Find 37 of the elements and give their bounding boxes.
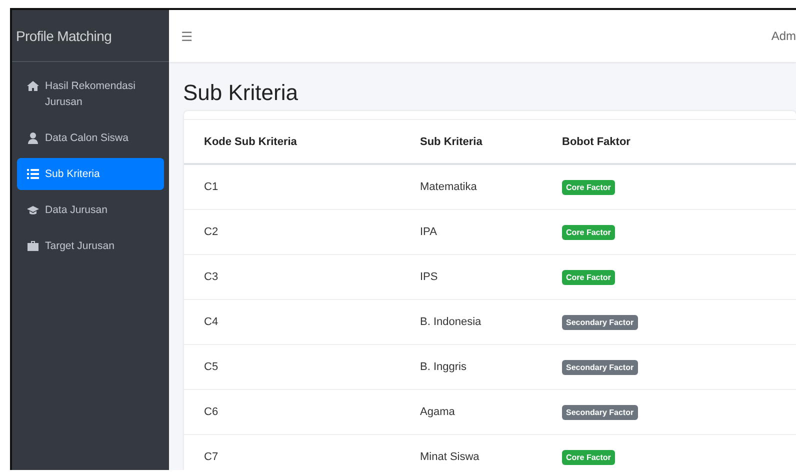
sidebar-item[interactable]: Hasil Rekomendasi Jurusan: [17, 70, 164, 118]
table-cell: Matematika: [419, 164, 561, 210]
table-cell: C5: [184, 344, 419, 390]
table-cell: C3: [184, 254, 419, 300]
factor-badge: Secondary Factor: [562, 404, 638, 420]
table-cell: C7: [184, 434, 419, 470]
sidebar-item[interactable]: Data Calon Siswa: [17, 122, 164, 154]
table-cell: IPA: [419, 210, 561, 254]
factor-badge: Secondary Factor: [562, 360, 638, 374]
table-cell: IPS: [419, 254, 561, 300]
user-name[interactable]: Adm: [771, 29, 796, 43]
person-icon: [27, 132, 39, 144]
list-icon: [27, 168, 39, 180]
factor-badge: Core Factor: [562, 180, 615, 194]
table-cell: B. Inggris: [419, 344, 561, 390]
table-cell: C2: [184, 210, 419, 254]
graduation-cap-icon: [27, 204, 39, 216]
sidebar-item[interactable]: Target Jurusan: [17, 230, 164, 262]
sidebar-item[interactable]: Data Jurusan: [17, 194, 164, 226]
table-cell: Minat Siswa: [419, 434, 561, 470]
table-cell: C1: [184, 164, 419, 210]
menu-button[interactable]: ☰: [181, 28, 193, 44]
page-title: Sub Kriteria: [183, 80, 299, 106]
table-cell: B. Indonesia: [419, 300, 561, 344]
factor-badge: Core Factor: [562, 224, 615, 240]
column-header: Bobot Faktor: [561, 120, 796, 164]
sidebar-item[interactable]: Sub Kriteria: [17, 158, 164, 190]
factor-badge: Secondary Factor: [562, 314, 638, 330]
briefcase-icon: [27, 240, 39, 252]
home-icon: [27, 80, 39, 92]
factor-badge: Core Factor: [562, 450, 615, 464]
factor-badge: Core Factor: [562, 270, 615, 284]
table-cell: Agama: [419, 390, 561, 434]
column-header: Kode Sub Kriteria: [184, 120, 419, 164]
column-header: Sub Kriteria: [419, 120, 561, 164]
table-cell: C6: [184, 390, 419, 434]
table-cell: C4: [184, 300, 419, 344]
